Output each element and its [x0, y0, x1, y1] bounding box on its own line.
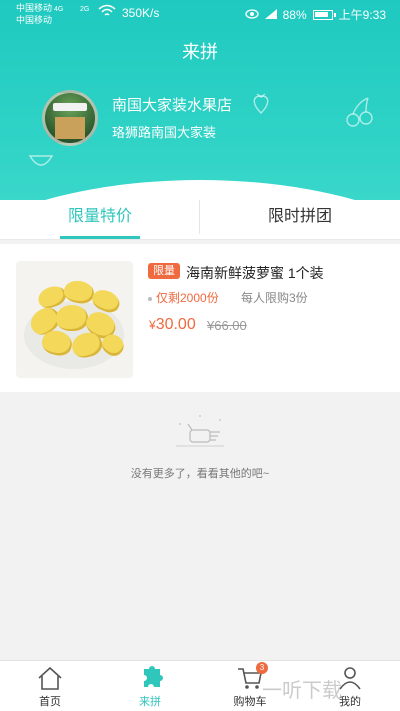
currency-symbol: ¥	[149, 318, 156, 332]
pointing-hand-icon	[170, 412, 230, 452]
battery-icon	[312, 9, 336, 20]
nav-group-buy[interactable]: 来拼	[100, 661, 200, 711]
remaining-stock: 仅剩2000份	[148, 289, 219, 306]
header-curve	[0, 180, 400, 200]
signal-1: 4G	[54, 6, 64, 13]
carrier-info: 中国移动 中国移动	[16, 2, 52, 26]
battery-percent: 88%	[282, 7, 307, 22]
store-avatar[interactable]	[42, 90, 98, 146]
nav-group-buy-label: 来拼	[139, 696, 161, 708]
signal-bars-icon	[264, 8, 277, 22]
status-right: 88% 上午9:33	[244, 6, 386, 23]
empty-state-text: 没有更多了，看看其他的吧~	[130, 468, 270, 480]
puzzle-icon	[136, 665, 164, 691]
remaining-text: 仅剩2000份	[156, 291, 219, 305]
header: 中国移动 中国移动 4G 2G 350K/s 88% 上午9:33 来拼 南国大…	[0, 0, 400, 200]
carrier-1: 中国移动	[16, 3, 53, 13]
purchase-limit: 每人限购3份	[241, 291, 308, 305]
price-value: 30.00	[155, 316, 196, 333]
product-title[interactable]: 海南新鲜菠萝蜜 1个装	[186, 263, 324, 283]
cart-count-badge: 3	[256, 662, 268, 674]
nav-home-label: 首页	[39, 696, 61, 708]
status-bar: 中国移动 中国移动 4G 2G 350K/s 88% 上午9:33	[0, 0, 400, 28]
tab-active-indicator	[60, 236, 140, 239]
tab-limited-special[interactable]: 限量特价	[0, 200, 200, 240]
store-address: 珞狮路南国大家装	[112, 125, 217, 140]
carrier-2: 中国移动	[16, 15, 53, 25]
product-image[interactable]	[16, 261, 133, 378]
clock: 上午9:33	[338, 8, 386, 22]
network-speed: 350K/s	[122, 6, 160, 20]
strawberry-icon	[250, 90, 272, 119]
product-card[interactable]: 限量 海南新鲜菠萝蜜 1个装 仅剩2000份 每人限购3份 ¥30.00 ¥66…	[0, 244, 400, 392]
wifi-icon	[98, 4, 116, 21]
eye-icon	[244, 8, 259, 22]
page-title: 来拼	[182, 42, 218, 62]
original-price: ¥66.00	[207, 318, 247, 333]
store-name: 南国大家装水果店	[112, 97, 233, 114]
signal-2: 2G	[80, 6, 90, 13]
watermelon-icon	[28, 152, 54, 177]
cherry-icon	[346, 96, 374, 133]
current-price: ¥30.00	[149, 316, 196, 334]
home-icon	[36, 665, 64, 691]
tab-bar: 限量特价 限时拼团	[0, 200, 400, 240]
limited-badge: 限量	[148, 263, 180, 279]
watermark: 一听下载	[262, 680, 342, 702]
tab-timed-group[interactable]: 限时拼团	[200, 200, 400, 240]
nav-home[interactable]: 首页	[0, 661, 100, 711]
